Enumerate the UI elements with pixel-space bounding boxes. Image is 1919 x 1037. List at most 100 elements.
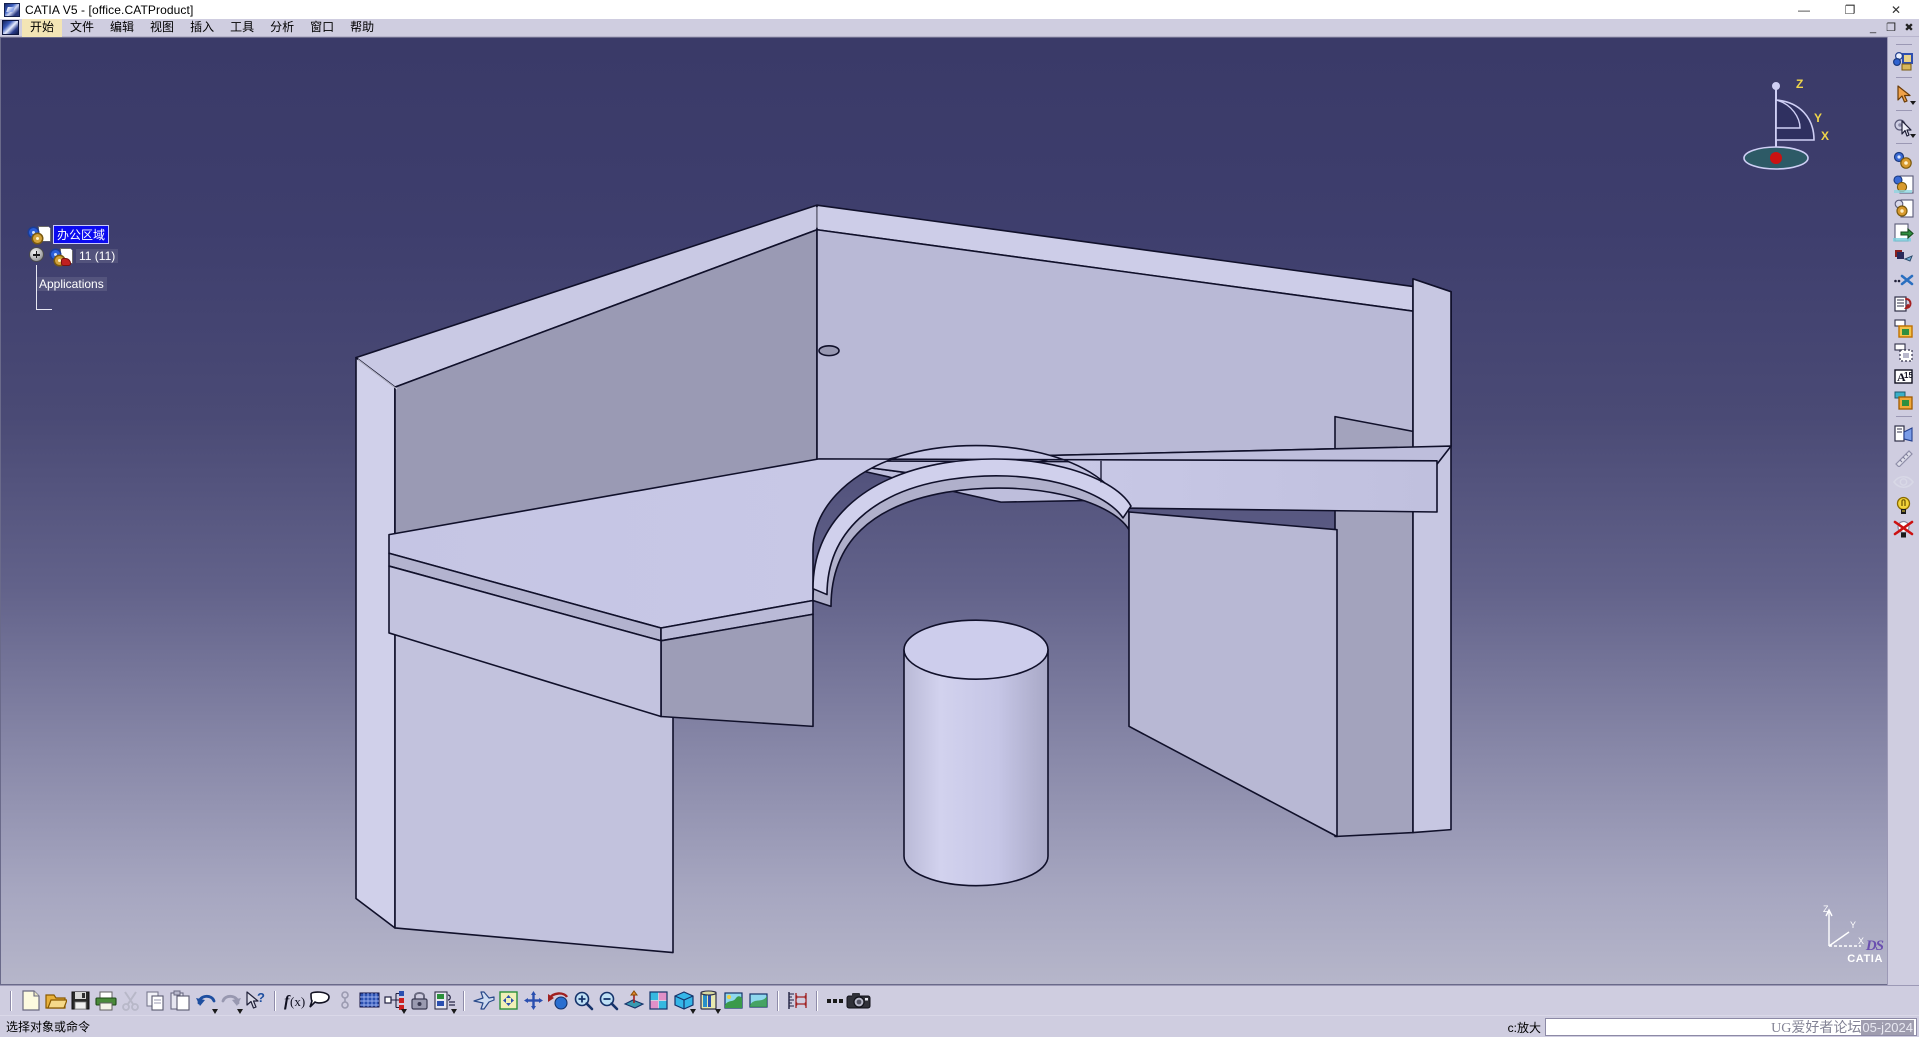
restore-button[interactable]: ❐ xyxy=(1827,0,1873,19)
toolbar-grip[interactable] xyxy=(816,990,818,1011)
apply-material-icon[interactable] xyxy=(1891,388,1917,412)
3d-viewport[interactable]: 办公区域 11 (11) Applications Z Y X Z Y X DS… xyxy=(0,37,1887,985)
lock-icon[interactable] xyxy=(407,988,432,1014)
catalog-browser-icon[interactable] xyxy=(1891,421,1917,445)
paste-icon[interactable] xyxy=(168,988,193,1014)
apply-scene-icon[interactable] xyxy=(721,988,746,1014)
new-part-icon[interactable] xyxy=(1891,172,1917,196)
redo-icon[interactable] xyxy=(218,988,243,1014)
new-file-icon[interactable] xyxy=(18,988,43,1014)
formula-icon[interactable]: f (x) xyxy=(282,988,307,1014)
catia-application-window: CATIA V5 - [office.CATProduct] — ❐ ✕ 开始 … xyxy=(0,0,1919,1037)
zoom-out-icon[interactable] xyxy=(596,988,621,1014)
svg-text:X: X xyxy=(1821,129,1829,143)
3d-model-canvas[interactable] xyxy=(1,38,1887,984)
grid-icon[interactable] xyxy=(357,988,382,1014)
open-file-icon[interactable] xyxy=(43,988,68,1014)
reorder-icon[interactable] xyxy=(1891,292,1917,316)
multi-view-icon[interactable] xyxy=(646,988,671,1014)
catia-logo-icon xyxy=(4,2,20,17)
render-style-icon[interactable] xyxy=(696,988,721,1014)
menu-start[interactable]: 开始 xyxy=(22,18,63,37)
measure-ruler-icon[interactable] xyxy=(1891,445,1917,469)
power-input-field[interactable]: UG爱好者论坛05-j2024 xyxy=(1545,1018,1917,1036)
fly-mode-icon[interactable] xyxy=(471,988,496,1014)
bom-icon[interactable] xyxy=(432,988,457,1014)
light-on-icon[interactable] xyxy=(1891,493,1917,517)
undo-icon[interactable] xyxy=(193,988,218,1014)
component-gears-icon[interactable] xyxy=(1891,148,1917,172)
comment-icon[interactable] xyxy=(307,988,332,1014)
rotate-icon[interactable] xyxy=(546,988,571,1014)
bottom-toolbar[interactable]: ? f (x) xyxy=(0,985,1919,1015)
inner-close-button[interactable]: ✖ xyxy=(1901,20,1917,35)
save-icon[interactable] xyxy=(68,988,93,1014)
hide-show-icon[interactable] xyxy=(1891,469,1917,493)
graph-tree-icon[interactable] xyxy=(382,988,407,1014)
menu-analyze[interactable]: 分析 xyxy=(262,19,302,37)
toolbar-grip[interactable] xyxy=(10,990,12,1011)
tree-expand-toggle[interactable] xyxy=(29,247,44,262)
right-toolbar[interactable]: A 15 xyxy=(1887,37,1919,985)
svg-text:Z: Z xyxy=(1823,904,1829,914)
select-gear-icon[interactable] xyxy=(1891,115,1917,139)
inner-minimize-button[interactable]: _ xyxy=(1865,20,1881,35)
watermark-text: UG爱好者论坛05-j2024 xyxy=(1771,1020,1914,1036)
toolbar-grip[interactable] xyxy=(274,990,276,1011)
light-off-icon[interactable] xyxy=(1891,517,1917,541)
menu-tools[interactable]: 工具 xyxy=(222,19,262,37)
menu-view[interactable]: 视图 xyxy=(142,19,182,37)
selective-load-icon[interactable] xyxy=(1891,316,1917,340)
toolbar-grip[interactable] xyxy=(777,990,779,1011)
menu-window[interactable]: 窗口 xyxy=(302,19,342,37)
cut-icon[interactable] xyxy=(118,988,143,1014)
inner-restore-button[interactable]: ❐ xyxy=(1883,20,1899,35)
zoom-in-icon[interactable] xyxy=(571,988,596,1014)
measure-between-icon[interactable] xyxy=(785,988,810,1014)
tree-row-root[interactable]: 办公区域 xyxy=(29,223,118,245)
annotation-icon[interactable]: A 15 xyxy=(1891,364,1917,388)
manage-representations-icon[interactable] xyxy=(1891,340,1917,364)
menu-edit[interactable]: 编辑 xyxy=(102,19,142,37)
whats-this-icon[interactable]: ? xyxy=(243,988,268,1014)
more-options-icon[interactable] xyxy=(824,998,846,1003)
constraint-icon[interactable] xyxy=(332,988,357,1014)
svg-text:15: 15 xyxy=(1904,371,1913,380)
tree-row-applications[interactable]: Applications xyxy=(36,273,118,295)
select-arrow-icon[interactable] xyxy=(1891,82,1917,106)
toolbar-separator xyxy=(1895,77,1912,78)
fit-all-in-icon[interactable] xyxy=(496,988,521,1014)
tree-connector-horizontal xyxy=(36,309,52,310)
camera-icon[interactable] xyxy=(846,988,871,1014)
tree-node-child-label[interactable]: 11 (11) xyxy=(76,249,119,263)
replace-component-icon[interactable] xyxy=(1891,220,1917,244)
navigation-compass[interactable]: Z Y X Z Y X xyxy=(1722,70,1832,180)
hide-show-view-icon[interactable] xyxy=(746,988,771,1014)
svg-text:?: ? xyxy=(257,990,265,1005)
copy-paste-icon[interactable] xyxy=(1891,244,1917,268)
print-icon[interactable] xyxy=(93,988,118,1014)
close-button[interactable]: ✕ xyxy=(1873,0,1919,19)
menu-file[interactable]: 文件 xyxy=(62,19,102,37)
chevron-down-icon[interactable] xyxy=(1909,101,1916,105)
toolbar-grip[interactable] xyxy=(463,990,465,1011)
product-structure-icon[interactable] xyxy=(1891,49,1917,73)
normal-view-icon[interactable] xyxy=(621,988,646,1014)
status-message: 选择对象或命令 xyxy=(6,1020,91,1034)
pan-icon[interactable] xyxy=(521,988,546,1014)
svg-text:Z: Z xyxy=(1796,77,1803,91)
minimize-button[interactable]: — xyxy=(1781,0,1827,19)
menu-insert[interactable]: 插入 xyxy=(182,19,222,37)
tree-row-child[interactable]: 11 (11) xyxy=(29,245,119,310)
tree-node-root-label[interactable]: 办公区域 xyxy=(52,224,110,244)
window-title: CATIA V5 - [office.CATProduct] xyxy=(25,2,194,17)
menu-help[interactable]: 帮助 xyxy=(342,19,382,37)
chevron-down-icon[interactable] xyxy=(451,1008,457,1014)
specification-tree[interactable]: 办公区域 11 (11) Applications xyxy=(7,223,119,310)
fast-multi-instance-icon[interactable] xyxy=(1891,268,1917,292)
copy-icon[interactable] xyxy=(143,988,168,1014)
isometric-view-icon[interactable] xyxy=(671,988,696,1014)
tree-node-applications-label[interactable]: Applications xyxy=(36,277,107,291)
chevron-down-icon[interactable] xyxy=(1909,134,1916,138)
new-product-icon[interactable] xyxy=(1891,196,1917,220)
